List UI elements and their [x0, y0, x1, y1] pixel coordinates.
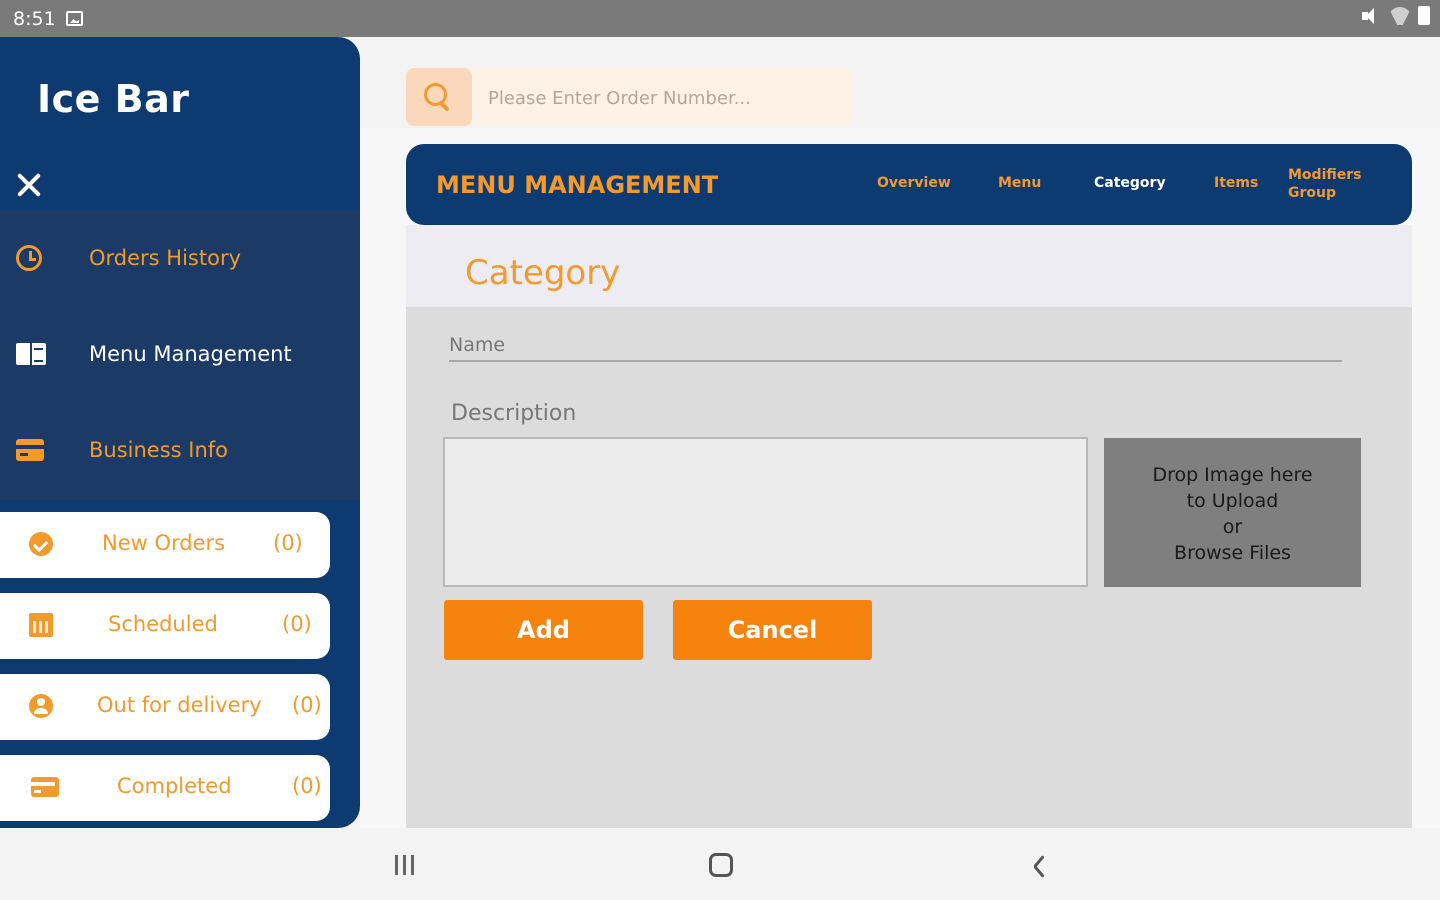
order-status-scheduled[interactable]: Scheduled (0) [0, 593, 330, 659]
order-status-label: New Orders [102, 531, 226, 555]
status-bar: 8:51 [0, 0, 1440, 37]
description-label: Description [451, 401, 577, 426]
recents-icon[interactable] [395, 855, 417, 875]
description-textarea[interactable] [443, 437, 1088, 587]
sidebar-item-business-info[interactable]: Business Info [0, 402, 360, 498]
tab-items[interactable]: Items [1214, 175, 1258, 191]
add-button[interactable]: Add [444, 600, 643, 660]
form-title: Category [465, 253, 621, 293]
card-icon [31, 777, 59, 797]
sidebar-item-menu-management[interactable]: Menu Management [0, 306, 360, 402]
back-icon[interactable] [1030, 853, 1046, 877]
order-status-count: (0) [292, 774, 322, 798]
order-search-input[interactable] [488, 86, 838, 110]
sidebar-nav: Orders History Menu Management Business … [0, 210, 360, 500]
sidebar: Ice Bar Orders History Menu Management B… [0, 37, 360, 828]
battery-icon [1418, 6, 1430, 25]
mute-icon [1362, 7, 1382, 25]
drop-zone-line: to Upload [1186, 490, 1279, 512]
system-nav-bar [0, 828, 1440, 900]
app-brand: Ice Bar [37, 77, 190, 121]
image-notification-icon [66, 11, 83, 26]
search-icon [424, 83, 454, 113]
search-bar [406, 68, 854, 126]
category-form: Category Name Description Drop Image her… [406, 225, 1412, 828]
sidebar-item-label: Menu Management [89, 342, 292, 366]
sidebar-item-label: Orders History [89, 246, 242, 270]
drop-zone-line: Drop Image here [1152, 464, 1313, 486]
order-status-label: Scheduled [108, 612, 218, 636]
form-header: Category [406, 225, 1412, 307]
tab-overview[interactable]: Overview [877, 175, 951, 191]
order-status-count: (0) [273, 531, 303, 555]
image-drop-zone[interactable]: Drop Image here to Upload or Browse File… [1104, 438, 1361, 587]
sidebar-item-label: Business Info [89, 438, 229, 462]
order-status-count: (0) [282, 612, 312, 636]
page-title: MENU MANAGEMENT [436, 171, 719, 199]
sidebar-header: Ice Bar [0, 37, 360, 210]
book-icon [16, 343, 46, 365]
browse-files-link[interactable]: Browse Files [1104, 540, 1361, 566]
menu-management-header: MENU MANAGEMENT Overview Menu Category I… [406, 144, 1412, 225]
home-icon[interactable] [709, 853, 733, 877]
badge-check-icon [29, 532, 53, 556]
wifi-icon [1388, 7, 1412, 25]
name-field-underline [449, 360, 1342, 362]
tab-category[interactable]: Category [1094, 175, 1166, 191]
search-button[interactable] [406, 68, 472, 126]
drop-zone-line: or [1222, 516, 1243, 538]
order-status-out-for-delivery[interactable]: Out for delivery (0) [0, 674, 330, 740]
tab-modifiers-group[interactable]: Modifiers Group [1288, 166, 1368, 202]
status-time: 8:51 [13, 8, 56, 30]
person-icon [29, 694, 53, 718]
order-status-completed[interactable]: Completed (0) [0, 755, 330, 821]
history-icon [16, 245, 42, 271]
cancel-button[interactable]: Cancel [673, 600, 872, 660]
order-status-count: (0) [292, 693, 322, 717]
calendar-icon [29, 613, 53, 637]
sidebar-item-orders-history[interactable]: Orders History [0, 210, 360, 306]
order-status-label: Out for delivery [97, 693, 262, 717]
status-icons [1362, 6, 1430, 25]
close-icon[interactable] [14, 170, 44, 200]
order-status-label: Completed [117, 774, 232, 798]
card-icon [16, 439, 44, 461]
tab-menu[interactable]: Menu [998, 175, 1041, 191]
order-status-new-orders[interactable]: New Orders (0) [0, 512, 330, 578]
name-field[interactable]: Name [449, 334, 505, 356]
